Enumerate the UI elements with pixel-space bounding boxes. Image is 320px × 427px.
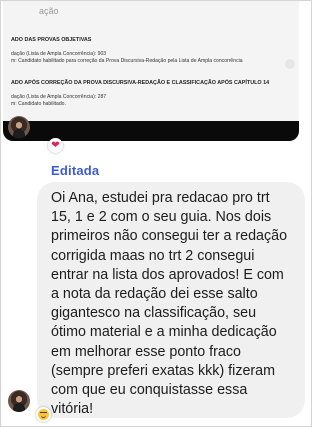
message-bubble[interactable]: Oi Ana, estudei pra redacao pro trt 15, … [37, 182, 305, 418]
sender-avatar[interactable] [8, 116, 30, 138]
results-document-screenshot: ação ADO DAS PROVAS OBJETIVAS dação (Lis… [3, 1, 299, 121]
document-line-classification: dação (Lista de Ampla Concorrência): 903 [11, 51, 107, 57]
message-text: Oi Ana, estudei pra redacao pro trt 15, … [51, 190, 288, 418]
grimacing-face-reaction-icon[interactable] [36, 407, 51, 422]
attached-image[interactable]: ação ADO DAS PROVAS OBJETIVAS dação (Lis… [3, 1, 299, 141]
chat-thread: ação ADO DAS PROVAS OBJETIVAS dação (Lis… [0, 0, 312, 427]
document-line-status: m: Candidato habilitado para correção da… [11, 58, 243, 64]
grimacing-face-icon [38, 409, 49, 420]
document-line-classification-final: dação (Lista de Ampla Concorrência): 287 [11, 94, 107, 100]
scroll-indicator [285, 59, 295, 69]
document-heading-objective: ADO DAS PROVAS OBJETIVAS [11, 37, 92, 43]
sender-avatar-second[interactable] [8, 390, 30, 412]
heart-reaction-icon[interactable]: ❤ [48, 138, 63, 153]
edited-label: Editada [51, 163, 100, 178]
document-heading-discursive: ADO APÓS CORREÇÃO DA PROVA DISCURSIVA-RE… [11, 80, 270, 86]
document-header-fragment: ação [39, 6, 59, 16]
document-line-status-final: m: Candidato habilitado. [11, 101, 66, 107]
